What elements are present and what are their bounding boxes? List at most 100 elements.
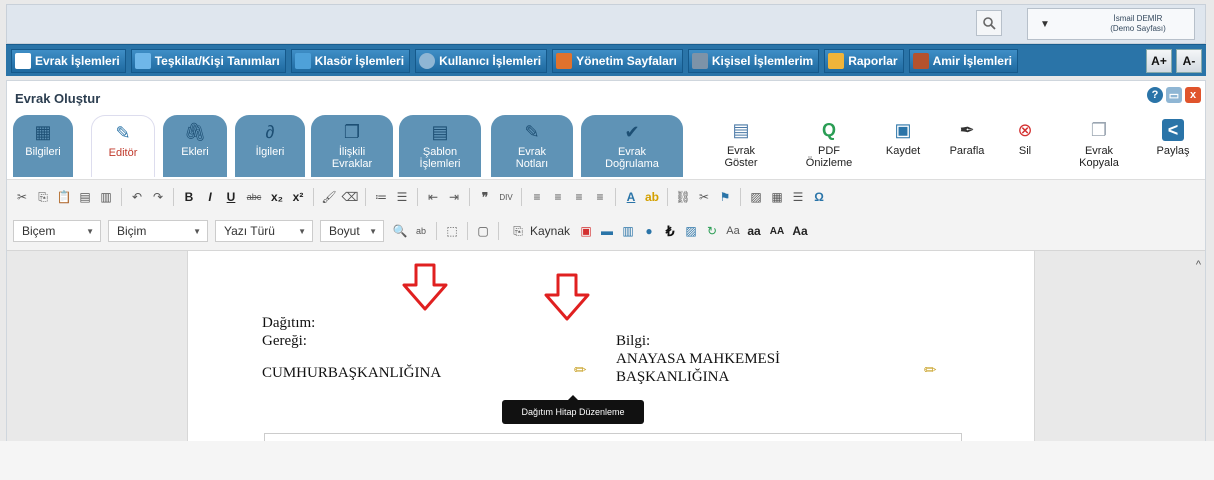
paste-text-icon[interactable]: ▤ [76,188,94,206]
brush-icon[interactable]: ● [640,222,658,240]
redo-icon[interactable]: ↷ [149,188,167,206]
align-center-icon[interactable]: ≡ [549,188,567,206]
change-case-icon[interactable]: Aa [724,222,742,240]
save-doc-icon[interactable]: ▬ [598,222,616,240]
paste-word-icon[interactable]: ▥ [97,188,115,206]
image-icon[interactable]: ▨ [747,188,765,206]
menu-klasor-islemleri[interactable]: Klasör İşlemleri [290,48,411,73]
menu-kullanici-islemleri[interactable]: Kullanıcı İşlemleri [415,48,548,73]
unlink-icon[interactable]: ✂ [695,188,713,206]
menu-label: Yönetim Sayfaları [576,53,677,68]
titlecase-button[interactable]: Aa [791,222,809,240]
font-increase-button[interactable]: A+ [1146,49,1172,73]
user-menu[interactable]: ▼ İsmail DEMİR (Demo Sayfası) [1027,8,1195,40]
tab-label: Şablon İşlemleri [419,146,461,170]
eraser-icon[interactable]: ⌫ [341,188,359,206]
superscript-button[interactable]: x² [289,188,307,206]
menu-amir-islemleri[interactable]: Amir İşlemleri [908,48,1018,73]
notes-icon: ✎ [524,122,540,142]
turkish-lira-icon[interactable]: ₺ [661,222,679,240]
evrak-goster-button[interactable]: ▤ Evrak Göster [711,119,771,169]
top-bar: ▼ İsmail DEMİR (Demo Sayfası) [6,4,1206,44]
parafla-button[interactable]: ✒ Parafla [937,119,997,157]
scroll-up-icon[interactable]: ^ [1196,259,1201,271]
help-icon[interactable]: ? [1147,87,1163,103]
table-icon[interactable]: ▦ [768,188,786,206]
menu-yonetim-sayfalari[interactable]: Yönetim Sayfaları [552,48,683,73]
find-icon[interactable]: 🔍 [391,222,409,240]
tab-bilgileri[interactable]: ▦ Bilgileri [13,115,73,177]
tab-ilgileri[interactable]: ∂ İlgileri [235,115,305,177]
search-button[interactable] [976,10,1002,36]
evrak-kopyala-button[interactable]: ❐ Evrak Kopyala [1069,119,1129,169]
underline-button[interactable]: U [222,188,240,206]
edit-pencil-icon[interactable]: ✏ [574,361,587,379]
format-combo[interactable]: Biçim ▼ [108,220,208,242]
minimize-icon[interactable]: ▭ [1166,87,1182,103]
pdf-icon[interactable]: ▣ [577,222,595,240]
style-combo[interactable]: Biçem ▼ [13,220,101,242]
anchor-icon[interactable]: ⚑ [716,188,734,206]
paylas-button[interactable]: < Paylaş [1143,119,1203,157]
subscript-button[interactable]: x₂ [268,188,286,206]
tab-sablon-islemleri[interactable]: ▤ Şablon İşlemleri [399,115,481,177]
text-color-icon[interactable]: A [622,188,640,206]
align-justify-icon[interactable]: ≡ [591,188,609,206]
horizontal-line-icon[interactable]: ☰ [789,188,807,206]
replace-icon[interactable]: ab [412,222,430,240]
outdent-icon[interactable]: ⇤ [424,188,442,206]
preview-icon[interactable]: ▢ [474,222,492,240]
highlight-icon[interactable]: ab [643,188,661,206]
menu-kisisel-islemlerim[interactable]: Kişisel İşlemlerim [687,48,820,73]
select-all-icon[interactable]: ⬚ [443,222,461,240]
source-button[interactable]: ⎘ Kaynak [505,222,574,240]
font-decrease-button[interactable]: A- [1176,49,1202,73]
lowercase-button[interactable]: aa [745,222,763,240]
bottom-strip [0,441,1214,480]
align-left-icon[interactable]: ≡ [528,188,546,206]
link-icon[interactable]: ⛓ [674,188,692,206]
edit-pencil-icon[interactable]: ✏ [924,361,937,379]
numbered-list-icon[interactable]: ≔ [372,188,390,206]
show-doc-icon: ▤ [732,120,750,140]
font-size-combo[interactable]: Boyut ▼ [320,220,384,242]
template-doc-icon[interactable]: ▥ [619,222,637,240]
format-brush-icon[interactable]: 🖌 [320,188,338,206]
combo-label: Biçim [117,224,147,238]
kaydet-button[interactable]: ▣ Kaydet [873,119,933,157]
menu-raporlar[interactable]: Raporlar [824,48,904,73]
paste-icon[interactable]: 📋 [55,188,73,206]
undo-icon[interactable]: ↶ [128,188,146,206]
menu-label: Raporlar [848,53,898,68]
tab-evrak-notlari[interactable]: ✎ Evrak Notları [491,115,573,177]
blockquote-icon[interactable]: ❞ [476,188,494,206]
close-icon[interactable]: x [1185,87,1201,103]
indent-icon[interactable]: ⇥ [445,188,463,206]
toolbar-separator [467,222,468,240]
tab-ekleri[interactable]: 🖇 Ekleri [163,115,227,177]
italic-button[interactable]: I [201,188,219,206]
tooltip: Dağıtım Hitap Düzenleme [502,395,644,424]
pdf-onizleme-button[interactable]: Q PDF Önizleme [799,119,859,169]
insert-image-icon[interactable]: ▨ [682,222,700,240]
menu-evrak-islemleri[interactable]: Evrak İşlemleri [11,48,126,73]
bullet-list-icon[interactable]: ☰ [393,188,411,206]
verify-icon: ✔ [624,122,640,142]
panel-title: Evrak Oluştur [15,91,101,106]
tab-editor[interactable]: ✎ Editör [91,115,155,177]
tab-iliskili-evraklar[interactable]: ❐ İlişkili Evraklar [311,115,393,177]
refresh-icon[interactable]: ↻ [703,222,721,240]
copy-icon[interactable]: ⎘ [34,188,52,206]
strikethrough-button[interactable]: abc [243,188,265,206]
sil-button[interactable]: ⊗ Sil [995,119,1055,157]
div-icon[interactable]: DIV [497,188,515,206]
bold-button[interactable]: B [180,188,198,206]
special-char-button[interactable]: Ω [810,188,828,206]
cut-icon[interactable]: ✂ [13,188,31,206]
align-right-icon[interactable]: ≡ [570,188,588,206]
menu-teskilat-kisi-tanimlari[interactable]: Teşkilat/Kişi Tanımları [130,48,286,73]
font-family-combo[interactable]: Yazı Türü ▼ [215,220,313,242]
tab-evrak-dogrulama[interactable]: ✔ Evrak Doğrulama [581,115,683,177]
combo-label: Boyut [329,224,360,238]
uppercase-button[interactable]: AA [766,222,788,240]
